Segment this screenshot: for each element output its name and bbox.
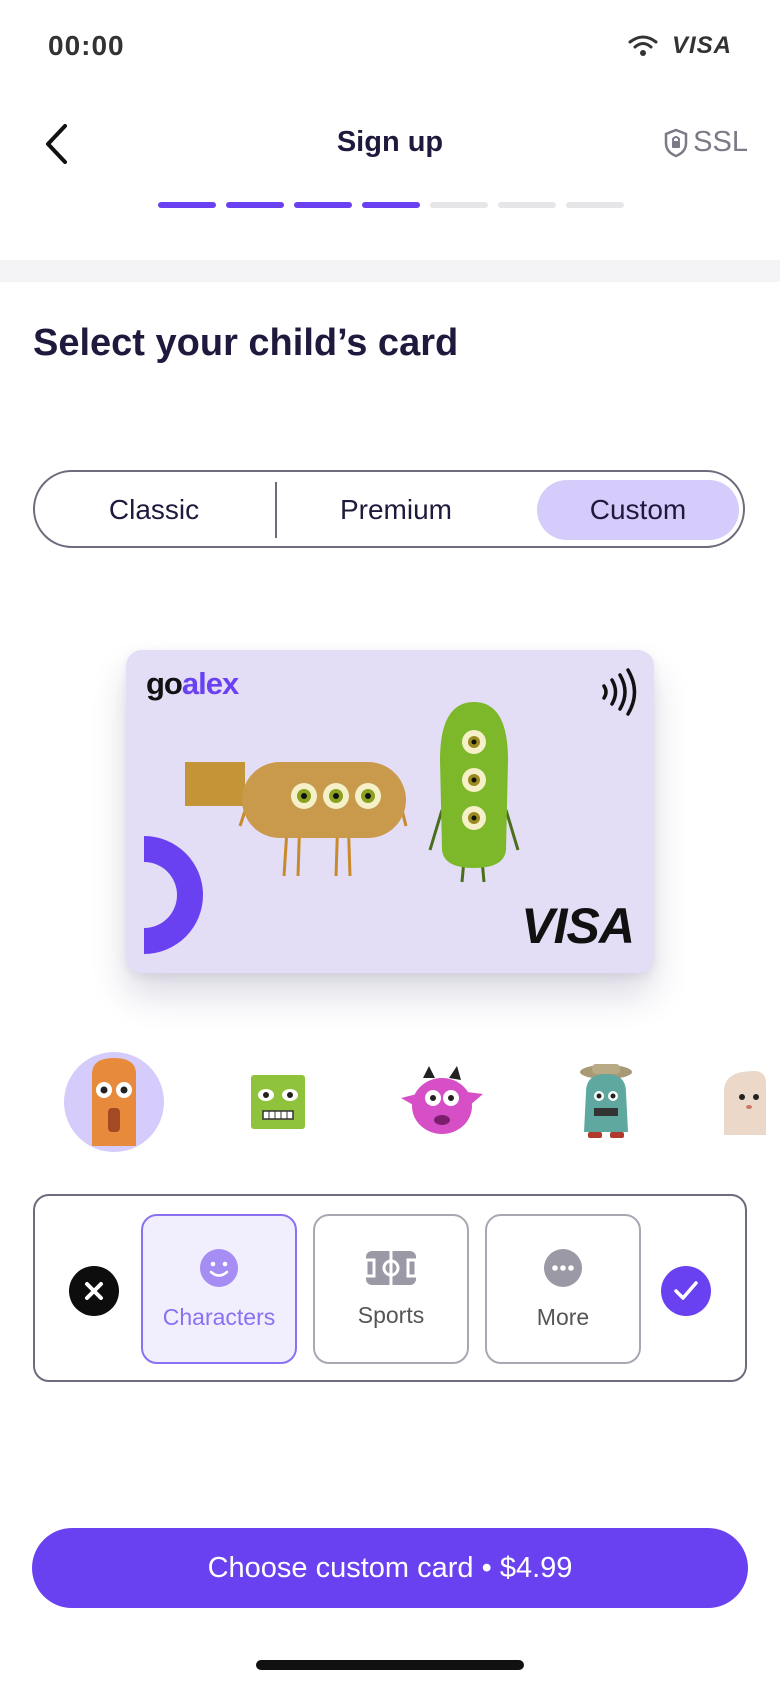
category-label-characters: Characters — [162, 1303, 276, 1330]
orange-monster-icon — [92, 1058, 136, 1146]
category-more[interactable]: More — [485, 1214, 641, 1364]
status-icons: VISA — [628, 32, 732, 60]
progress-step — [294, 202, 352, 208]
section-heading: Select your child’s card — [33, 322, 459, 364]
progress-step — [226, 202, 284, 208]
green-character-illustration — [428, 702, 520, 883]
character-option-beige[interactable] — [720, 1052, 780, 1152]
card-type-selector: Classic Premium Custom — [33, 470, 745, 548]
goalex-logo: goalex — [146, 666, 239, 702]
tab-custom[interactable]: Custom — [537, 480, 739, 540]
category-characters[interactable]: Characters — [141, 1214, 297, 1364]
character-option-pink[interactable] — [392, 1052, 492, 1152]
checkmark-icon — [674, 1281, 698, 1300]
more-icon — [544, 1248, 582, 1287]
category-label-sports: Sports — [357, 1301, 425, 1328]
tab-classic[interactable]: Classic — [43, 480, 265, 540]
card-visa-logo: VISA — [521, 898, 635, 954]
tab-premium[interactable]: Premium — [285, 480, 507, 540]
field-icon — [365, 1250, 417, 1285]
progress-step — [566, 202, 624, 208]
logo-alex: alex — [181, 666, 239, 701]
status-time: 00:00 — [48, 30, 125, 61]
ssl-label: SSL — [693, 126, 748, 158]
category-sports[interactable]: Sports — [313, 1214, 469, 1364]
segment-divider — [275, 482, 277, 538]
shield-lock-icon — [664, 128, 688, 157]
category-label-more: More — [536, 1303, 590, 1330]
clear-button[interactable] — [69, 1266, 119, 1316]
character-option-green[interactable] — [228, 1052, 328, 1152]
progress-step — [430, 202, 488, 208]
green-monster-icon — [251, 1075, 305, 1129]
wifi-icon — [628, 35, 658, 56]
logo-go: go — [146, 666, 183, 701]
pink-monster-icon — [401, 1066, 483, 1134]
teal-monster-icon — [580, 1064, 632, 1138]
progress-step — [158, 202, 216, 208]
card-arc-decoration — [144, 836, 203, 954]
progress-step — [362, 202, 420, 208]
status-carrier: VISA — [671, 32, 732, 59]
ssl-badge: SSL — [663, 126, 748, 159]
confirm-button[interactable] — [661, 1266, 711, 1316]
character-option-teal[interactable] — [556, 1052, 656, 1152]
smiley-icon — [200, 1248, 238, 1287]
character-option-orange[interactable] — [64, 1052, 164, 1152]
card-preview: goalex VISA — [126, 650, 654, 973]
beige-monster-icon — [724, 1071, 766, 1135]
close-icon — [85, 1282, 103, 1300]
category-selector: Characters Sports More — [33, 1194, 747, 1382]
contactless-icon — [602, 668, 637, 716]
card-chip — [185, 762, 245, 806]
choose-custom-card-button[interactable]: Choose custom card • $4.99 — [32, 1528, 748, 1608]
home-indicator — [256, 1660, 524, 1670]
section-divider — [0, 260, 780, 282]
progress-step — [498, 202, 556, 208]
brown-character-illustration — [238, 762, 408, 877]
signup-progress-bar — [158, 202, 624, 208]
